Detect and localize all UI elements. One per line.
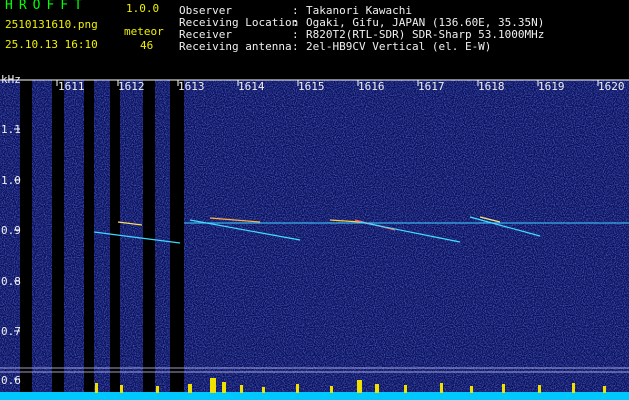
x-tick-1613: 1613 xyxy=(178,80,205,93)
spectrogram xyxy=(0,79,629,400)
y-tick-1-1: 1.1 xyxy=(1,123,21,136)
meteor-label: meteor xyxy=(124,25,164,38)
antenna-value: 2el-HB9CV Vertical (el. E-W) xyxy=(306,40,492,53)
app-title: HROFFT xyxy=(5,0,88,13)
x-tick-1619: 1619 xyxy=(538,80,565,93)
y-unit-label: kHz xyxy=(1,73,21,86)
x-tick-1612: 1612 xyxy=(118,80,145,93)
x-tick-1611: 1611 xyxy=(58,80,85,93)
spectrogram-noise xyxy=(0,80,629,400)
x-tick-1616: 1616 xyxy=(358,80,385,93)
y-tick-0-7: 0.7 xyxy=(1,325,21,338)
header-panel: HROFFT 1.0.0 2510131610.png 25.10.13 16:… xyxy=(0,0,629,72)
meteor-count: 46 xyxy=(140,39,154,52)
y-tick-0-8: 0.8 xyxy=(1,275,21,288)
file-name: 2510131610.png xyxy=(5,18,98,31)
x-tick-1617: 1617 xyxy=(418,80,445,93)
x-tick-1615: 1615 xyxy=(298,80,325,93)
x-tick-1618: 1618 xyxy=(478,80,505,93)
file-datetime: 25.10.13 16:10 xyxy=(5,38,98,51)
y-tick-0-6: 0.6 xyxy=(1,374,21,387)
y-tick-0-9: 0.9 xyxy=(1,224,21,237)
x-tick-1620: 1620 xyxy=(598,80,625,93)
y-tick-1-0: 1.0 xyxy=(1,174,21,187)
app-version: 1.0.0 xyxy=(126,2,160,15)
baseline-bar xyxy=(0,392,629,400)
x-tick-1614: 1614 xyxy=(238,80,265,93)
antenna-key: Receiving antenna xyxy=(179,40,292,53)
antenna-colon: : xyxy=(292,40,299,53)
